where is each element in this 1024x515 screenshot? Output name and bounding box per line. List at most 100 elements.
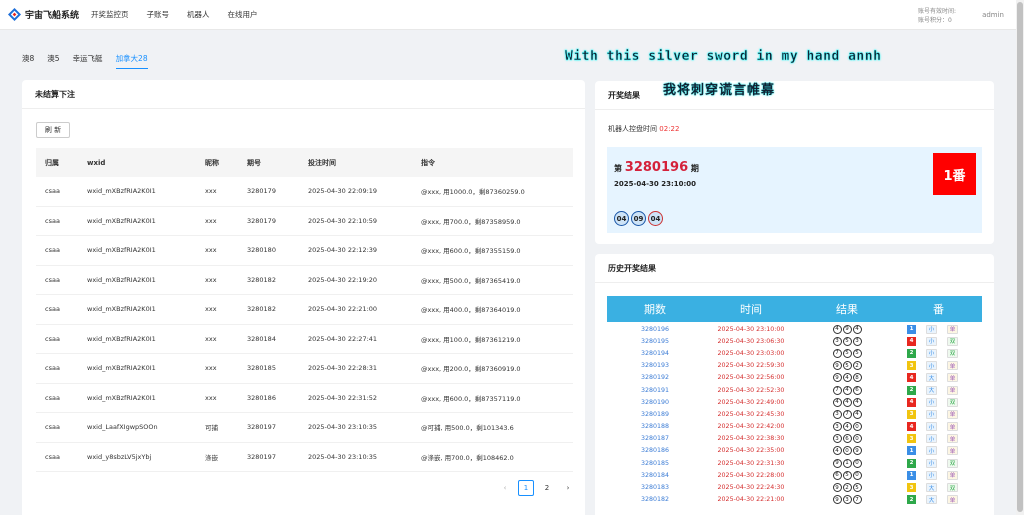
history-ball: 4 — [832, 446, 842, 456]
cell-command: @xxx, 用100.0，剩87361219.0 — [421, 335, 521, 344]
cell-nickname: xxx — [205, 246, 217, 255]
history-ball: 9 — [832, 458, 842, 468]
tab-lucky-airship[interactable]: 幸运飞艇 — [73, 53, 103, 69]
history-ball: 0 — [852, 470, 862, 480]
history-ball: 9 — [832, 373, 842, 383]
issue-number: 第 3280196 期 — [614, 160, 699, 175]
history-results-panel: 历史开奖结果 期数 时间 结果 番 3280196 2025-04-30 23:1… — [595, 254, 994, 515]
history-row: 3280185 2025-04-30 22:31:30 9 1 0 2 小双 — [607, 457, 982, 469]
cell-owner: csaa — [45, 246, 60, 255]
scrollbar-thumb[interactable] — [1017, 2, 1023, 512]
history-issue[interactable]: 3280189 — [607, 411, 703, 418]
col-bet-time: 投注时间 — [308, 158, 336, 167]
history-issue[interactable]: 3280185 — [607, 460, 703, 467]
tab-ao5[interactable]: 澳5 — [47, 53, 59, 69]
history-row: 3280183 2025-04-30 22:24:30 9 2 5 3 大双 — [607, 481, 982, 493]
history-issue[interactable]: 3280190 — [607, 399, 703, 406]
history-issue[interactable]: 3280194 — [607, 350, 703, 357]
history-issue[interactable]: 3280195 — [607, 338, 703, 345]
current-draw-box: 第 3280196 期 2025-04-30 23:10:00 1番 04 09… — [607, 147, 982, 233]
history-fan-cell: 4小双 — [895, 336, 982, 346]
history-balls: 353 — [799, 336, 895, 346]
chevron-left-icon[interactable]: ‹ — [497, 480, 513, 496]
history-issue[interactable]: 3280196 — [607, 326, 703, 333]
size-tag: 大 — [926, 495, 937, 505]
issue-prefix: 第 — [614, 164, 622, 173]
history-issue[interactable]: 3280183 — [607, 484, 703, 491]
nav-sub-accounts[interactable]: 子账号 — [147, 9, 170, 20]
cell-command: @xxx, 用700.0，剩87358959.0 — [421, 217, 521, 226]
parity-tag: 单 — [947, 361, 958, 371]
fan-badge: 4 — [907, 397, 916, 407]
table-row: csaa wxid_LaafXIgwpSOOn 可捕 3280197 2025-04-3… — [36, 413, 573, 443]
history-balls: 494 — [799, 324, 895, 334]
cell-owner: csaa — [45, 334, 60, 343]
history-time: 2025-04-30 22:21:00 — [717, 496, 785, 504]
cell-owner: csaa — [45, 393, 60, 402]
cell-nickname: xxx — [205, 393, 217, 402]
cell-owner: csaa — [45, 423, 60, 432]
history-issue[interactable]: 3280184 — [607, 472, 703, 479]
tab-canada28[interactable]: 加拿大28 — [115, 53, 148, 69]
tab-ao8[interactable]: 澳8 — [22, 53, 34, 69]
main-nav: 开奖监控页 子账号 机器人 在线用户 — [91, 9, 276, 20]
refresh-button[interactable]: 刷 新 — [36, 122, 70, 138]
cell-wxid: wxid_mXBzfRIA2K0I1 — [87, 305, 156, 314]
history-balls: 755 — [799, 348, 895, 358]
history-balls: 925 — [799, 483, 895, 493]
nav-draw-monitor[interactable]: 开奖监控页 — [91, 9, 129, 20]
page-2-button[interactable]: 2 — [539, 480, 555, 496]
page-1-button[interactable]: 1 — [518, 480, 534, 496]
parity-tag: 单 — [947, 385, 958, 395]
history-issue[interactable]: 3280186 — [607, 447, 703, 454]
fan-badge: 4 — [907, 336, 916, 346]
history-issue[interactable]: 3280188 — [607, 423, 703, 430]
history-fan-cell: 2小双 — [895, 458, 982, 468]
history-issue[interactable]: 3280192 — [607, 374, 703, 381]
history-time: 2025-04-30 22:49:00 — [717, 398, 785, 406]
cell-bet-time: 2025-04-30 22:28:31 — [308, 364, 378, 373]
fan-badge: 3 — [907, 483, 916, 493]
history-header: 期数 时间 结果 番 — [607, 296, 982, 322]
history-ball: 7 — [852, 495, 862, 505]
nav-online-users[interactable]: 在线用户 — [228, 9, 258, 20]
cell-command: @xxx, 用600.0，剩87355159.0 — [421, 247, 521, 256]
history-issue[interactable]: 3280191 — [607, 387, 703, 394]
history-issue[interactable]: 3280187 — [607, 435, 703, 442]
parity-tag: 双 — [947, 336, 958, 346]
history-time: 2025-04-30 22:52:30 — [717, 386, 785, 394]
history-balls: 444 — [799, 397, 895, 407]
history-row: 3280182 2025-04-30 22:21:00 9 3 7 2 大单 — [607, 494, 982, 506]
fan-badge: 3 — [907, 434, 916, 444]
history-issue[interactable]: 3280182 — [607, 496, 703, 503]
history-fan-cell: 3小单 — [895, 409, 982, 419]
top-bar: 宇宙飞船系统 开奖监控页 子账号 机器人 在线用户 账号有效时间: 账号积分：0… — [0, 0, 1024, 30]
parity-tag: 单 — [947, 324, 958, 334]
history-ball: 5 — [852, 483, 862, 493]
history-balls: 746 — [799, 385, 895, 395]
result-ball: 04 — [648, 211, 663, 226]
cell-owner: csaa — [45, 364, 60, 373]
cell-owner: csaa — [45, 275, 60, 284]
user-menu[interactable]: admin — [982, 11, 1004, 19]
nav-robots[interactable]: 机器人 — [187, 9, 210, 20]
history-ball: 4 — [852, 409, 862, 419]
history-ball: 9 — [832, 361, 842, 371]
history-issue[interactable]: 3280193 — [607, 362, 703, 369]
size-tag: 小 — [926, 409, 937, 419]
cell-wxid: wxid_mXBzfRIA2K0I1 — [87, 393, 156, 402]
history-ball: 0 — [852, 458, 862, 468]
col-wxid: wxid — [87, 158, 106, 167]
cell-bet-time: 2025-04-30 22:21:00 — [308, 305, 378, 314]
table-row: csaa wxid_mXBzfRIA2K0I1 xxx 3280182 2025-04-… — [36, 266, 573, 295]
history-fan-cell: 3大双 — [895, 483, 982, 493]
history-balls: 910 — [799, 458, 895, 468]
chevron-right-icon[interactable]: › — [560, 480, 576, 496]
page-scrollbar[interactable] — [1016, 0, 1024, 515]
history-fan-cell: 2大单 — [895, 495, 982, 505]
history-row: 3280186 2025-04-30 22:35:00 4 0 9 1 小单 — [607, 445, 982, 457]
history-body: 3280196 2025-04-30 23:10:00 4 9 4 1 小单 3280195 2… — [607, 322, 982, 506]
logo[interactable]: 宇宙飞船系统 — [8, 8, 79, 21]
bets-table: 归属 wxid 昵称 期号 投注时间 指令 csaa wxid_mXBzfRIA2… — [36, 148, 573, 472]
history-ball: 9 — [852, 446, 862, 456]
